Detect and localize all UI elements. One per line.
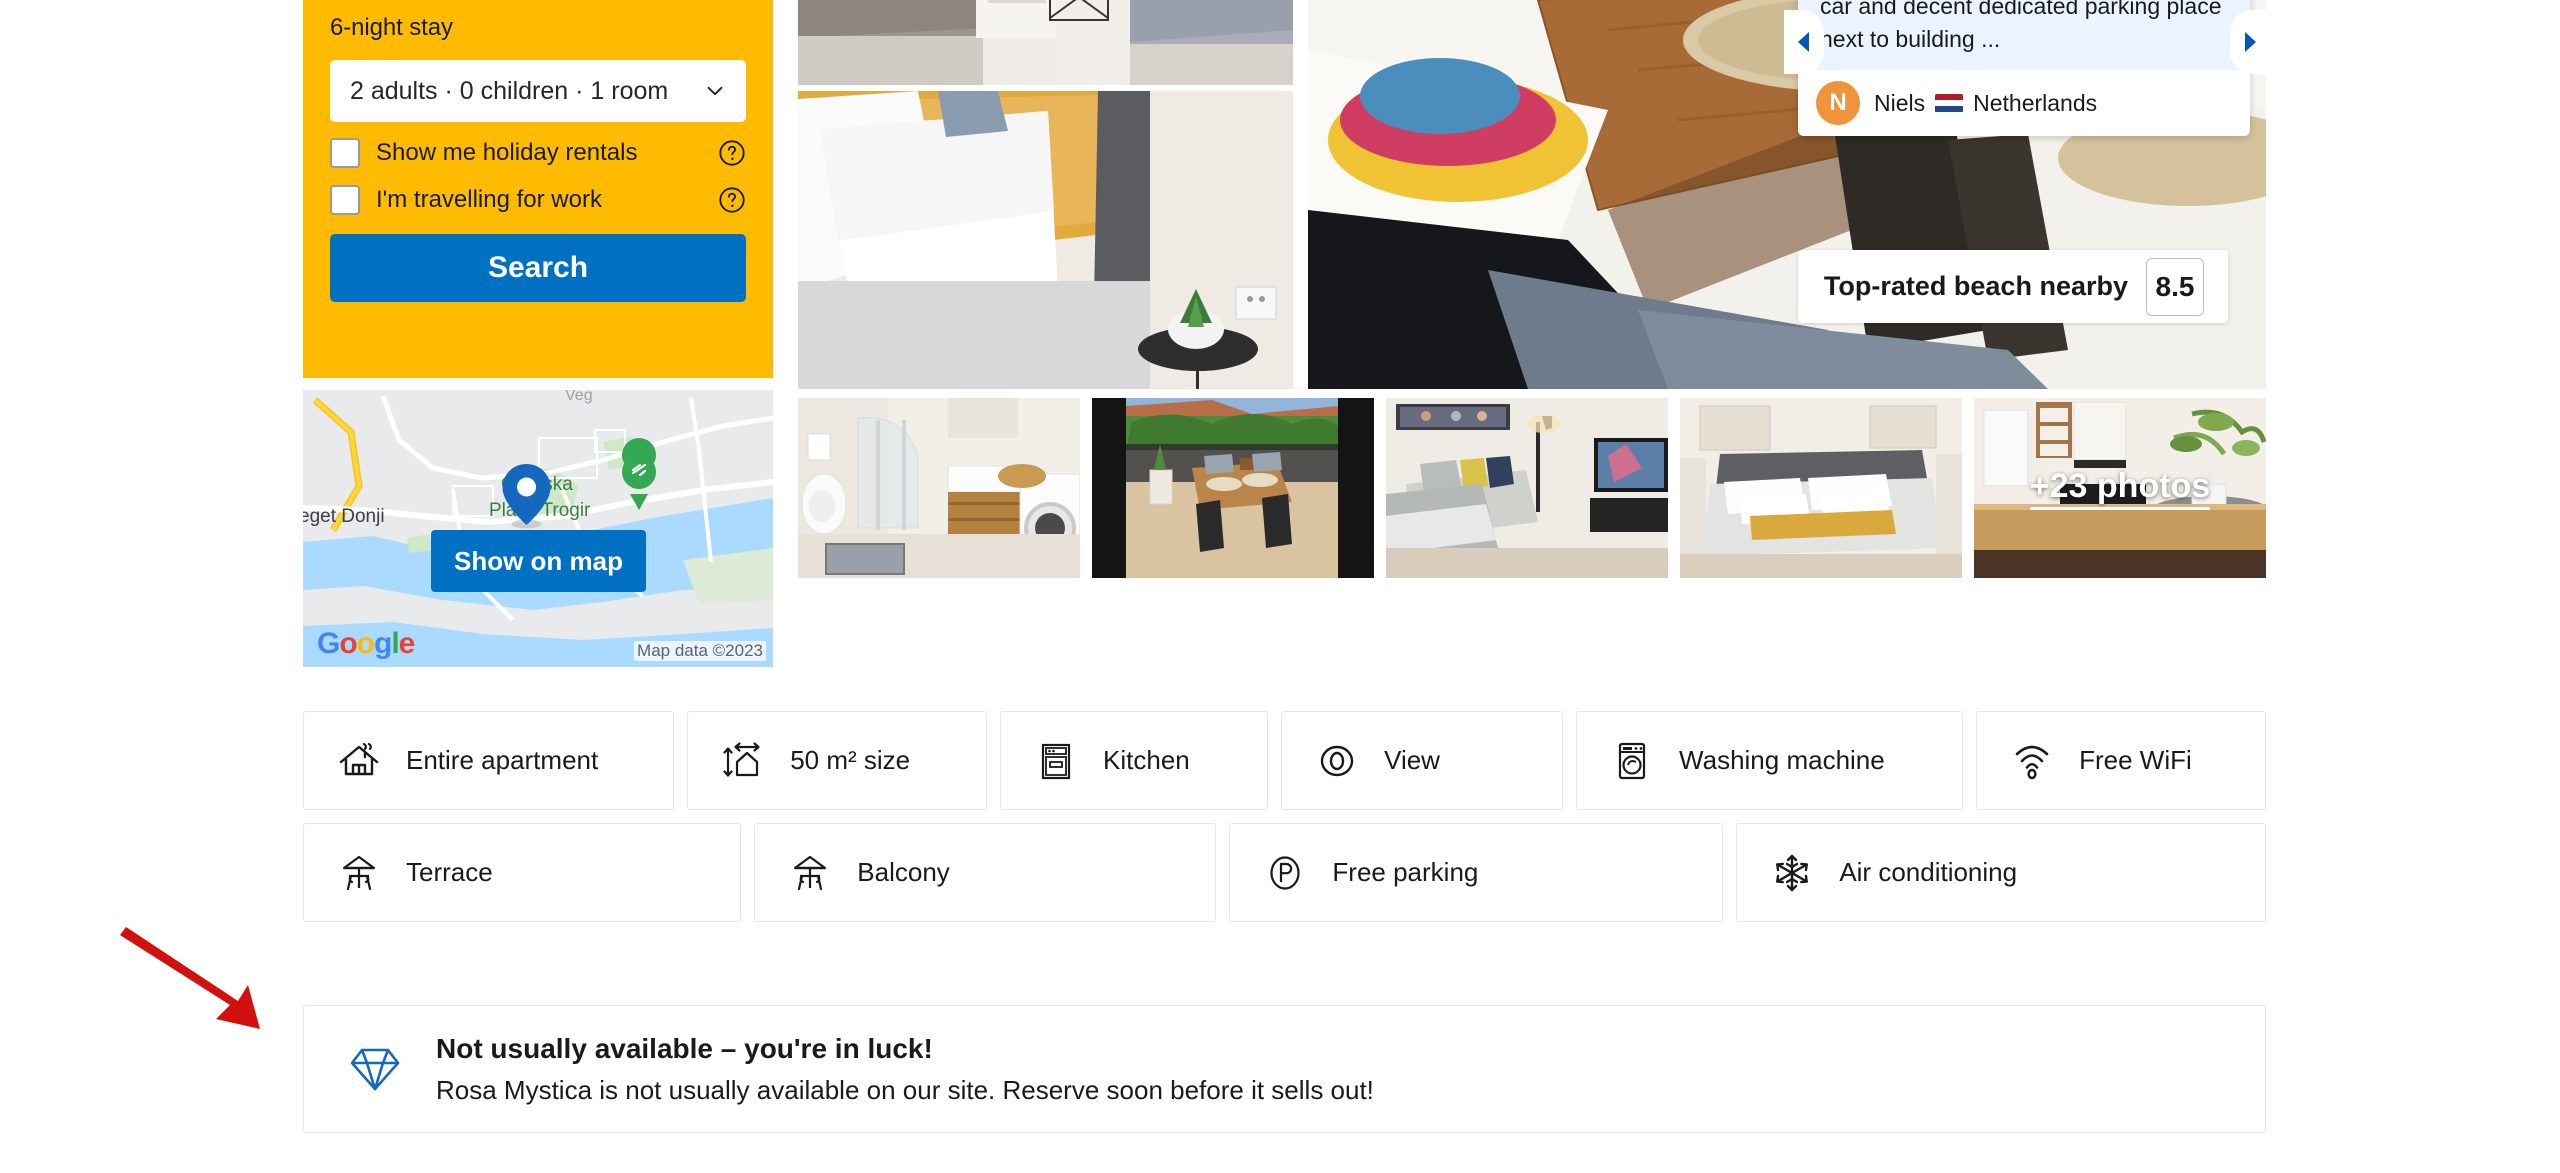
amenity-label: Kitchen <box>1103 745 1190 775</box>
question-mark-circle-icon[interactable] <box>718 139 746 167</box>
review-text: gave some good suggestions for dinner an… <box>1820 0 2222 53</box>
amenity-balcony[interactable]: Balcony <box>754 823 1217 922</box>
holiday-rentals-checkbox[interactable] <box>330 138 360 168</box>
amenities-section: Entire apartment 50 m² size Kitchen View… <box>303 711 2266 935</box>
occupancy-value: 2 adults · 0 children · 1 room <box>350 76 669 105</box>
travelling-for-work-label: I'm travelling for work <box>376 186 602 213</box>
more-photos-label: +23 photos <box>2029 467 2211 510</box>
parasol-table-icon <box>336 850 382 896</box>
beach-badge-score: 8.5 <box>2146 257 2204 316</box>
search-button[interactable]: Search <box>330 234 746 302</box>
amenity-label: Air conditioning <box>1839 857 2018 887</box>
amenity-entire-apartment[interactable]: Entire apartment <box>303 711 675 810</box>
chevron-right-icon <box>2245 32 2256 52</box>
oven-icon <box>1033 738 1079 784</box>
gallery-thumb-balcony-dining-table[interactable] <box>1092 398 1374 578</box>
parking-p-icon <box>1262 850 1308 896</box>
review-next-button[interactable] <box>2230 10 2270 74</box>
amenity-label: Free parking <box>1332 857 1479 887</box>
parasol-table-icon <box>787 850 833 896</box>
gallery-thumb-bathroom-shower-washing-machine[interactable] <box>798 398 1080 578</box>
show-on-map-button[interactable]: Show on map <box>431 530 646 592</box>
map-attribution: Map data ©2023 <box>634 641 766 661</box>
amenity-label: Terrace <box>406 857 493 887</box>
svg-text:eget Donji: eget Donji <box>303 506 385 527</box>
search-sidebar-panel: 6-night stay 2 adults · 0 children · 1 r… <box>303 0 773 378</box>
avatar: N <box>1816 81 1860 125</box>
reviewer-identity: Niels Netherlands <box>1874 90 2097 117</box>
guest-review-card: gave some good suggestions for dinner an… <box>1798 0 2250 136</box>
amenity-view[interactable]: View <box>1281 711 1564 810</box>
review-author-row: N Niels Netherlands <box>1798 70 2250 136</box>
amenity-label: Washing machine <box>1679 745 1885 775</box>
amenity-free-wifi[interactable]: Free WiFi <box>1976 711 2266 810</box>
amenity-label: View <box>1384 745 1440 775</box>
amenity-label: Free WiFi <box>2079 745 2192 775</box>
rare-find-banner: Not usually available – you're in luck! … <box>303 1005 2266 1133</box>
flag-netherlands-icon <box>1935 93 1964 113</box>
travelling-for-work-checkbox[interactable] <box>330 185 360 215</box>
amenity-air-conditioning[interactable]: Air conditioning <box>1736 823 2266 922</box>
rare-find-title: Not usually available – you're in luck! <box>436 1032 933 1064</box>
photo-bedroom-double <box>1680 398 1962 578</box>
occupancy-select[interactable]: 2 adults · 0 children · 1 room <box>330 60 746 122</box>
amenity-washing-machine[interactable]: Washing machine <box>1576 711 1964 810</box>
amenity-terrace[interactable]: Terrace <box>303 823 742 922</box>
amenity-size[interactable]: 50 m² size <box>687 711 988 810</box>
question-mark-circle-icon[interactable] <box>718 186 746 214</box>
photo-balcony <box>1092 398 1374 578</box>
page-root: 6-night stay 2 adults · 0 children · 1 r… <box>0 0 2560 1173</box>
amenities-row-2: Terrace Balcony Free parking Air conditi… <box>303 823 2266 922</box>
travelling-for-work-checkbox-row[interactable]: I'm travelling for work <box>330 185 746 215</box>
gem-icon <box>350 1044 400 1094</box>
holiday-rentals-label: Show me holiday rentals <box>376 139 638 166</box>
reviewer-name: Niels <box>1874 89 1926 116</box>
eye-icon <box>1314 738 1360 784</box>
top-rated-beach-badge: Top-rated beach nearby 8.5 <box>1798 250 2228 323</box>
gallery-thumb-bedroom-double-bed[interactable] <box>1680 398 1962 578</box>
gallery-thumb-kitchen-more-photos[interactable]: +23 photos <box>1974 398 2266 578</box>
gallery-photo-bedroom-twin-beds-lamp[interactable] <box>798 0 1293 85</box>
washing-machine-icon <box>1609 738 1655 784</box>
amenity-label: 50 m² size <box>790 745 911 775</box>
map-preview-card[interactable]: eget Donji Gradska Plaža Trogir Veg Show… <box>303 390 773 667</box>
map-pin-icon <box>502 464 551 529</box>
amenity-label: Entire apartment <box>406 745 599 775</box>
holiday-rentals-checkbox-row[interactable]: Show me holiday rentals <box>330 138 746 168</box>
photo-bedroom-twin <box>798 0 1293 85</box>
amenity-free-parking[interactable]: Free parking <box>1229 823 1724 922</box>
beach-badge-label: Top-rated beach nearby <box>1823 271 2128 301</box>
svg-text:Veg: Veg <box>565 390 593 404</box>
size-arrows-icon <box>720 738 766 784</box>
reviewer-country: Netherlands <box>1973 89 2098 116</box>
chevron-down-icon <box>707 86 723 96</box>
photo-bed-pillow <box>798 91 1293 389</box>
photo-living-room <box>1386 398 1668 578</box>
rare-find-text: Not usually available – you're in luck! … <box>436 1033 1374 1106</box>
rare-find-subtitle: Rosa Mystica is not usually available on… <box>436 1074 1374 1105</box>
stay-duration-label: 6-night stay <box>330 14 453 41</box>
gallery-photo-bed-white-pillow-mustard[interactable] <box>798 91 1293 389</box>
snowflake-icon <box>1769 850 1815 896</box>
more-photos-overlay[interactable]: +23 photos <box>1974 398 2266 578</box>
house-icon <box>336 738 382 784</box>
amenity-kitchen[interactable]: Kitchen <box>1000 711 1269 810</box>
chevron-left-icon <box>1798 32 1809 52</box>
review-prev-button[interactable] <box>1784 10 1824 74</box>
red-pointer-arrow <box>120 927 260 1029</box>
amenities-row-1: Entire apartment 50 m² size Kitchen View… <box>303 711 2266 810</box>
photo-bathroom <box>798 398 1080 578</box>
google-logo: Google <box>317 627 415 660</box>
gallery-thumb-living-room-sofa-tv[interactable] <box>1386 398 1668 578</box>
amenity-label: Balcony <box>857 857 950 887</box>
wifi-icon <box>2009 738 2055 784</box>
